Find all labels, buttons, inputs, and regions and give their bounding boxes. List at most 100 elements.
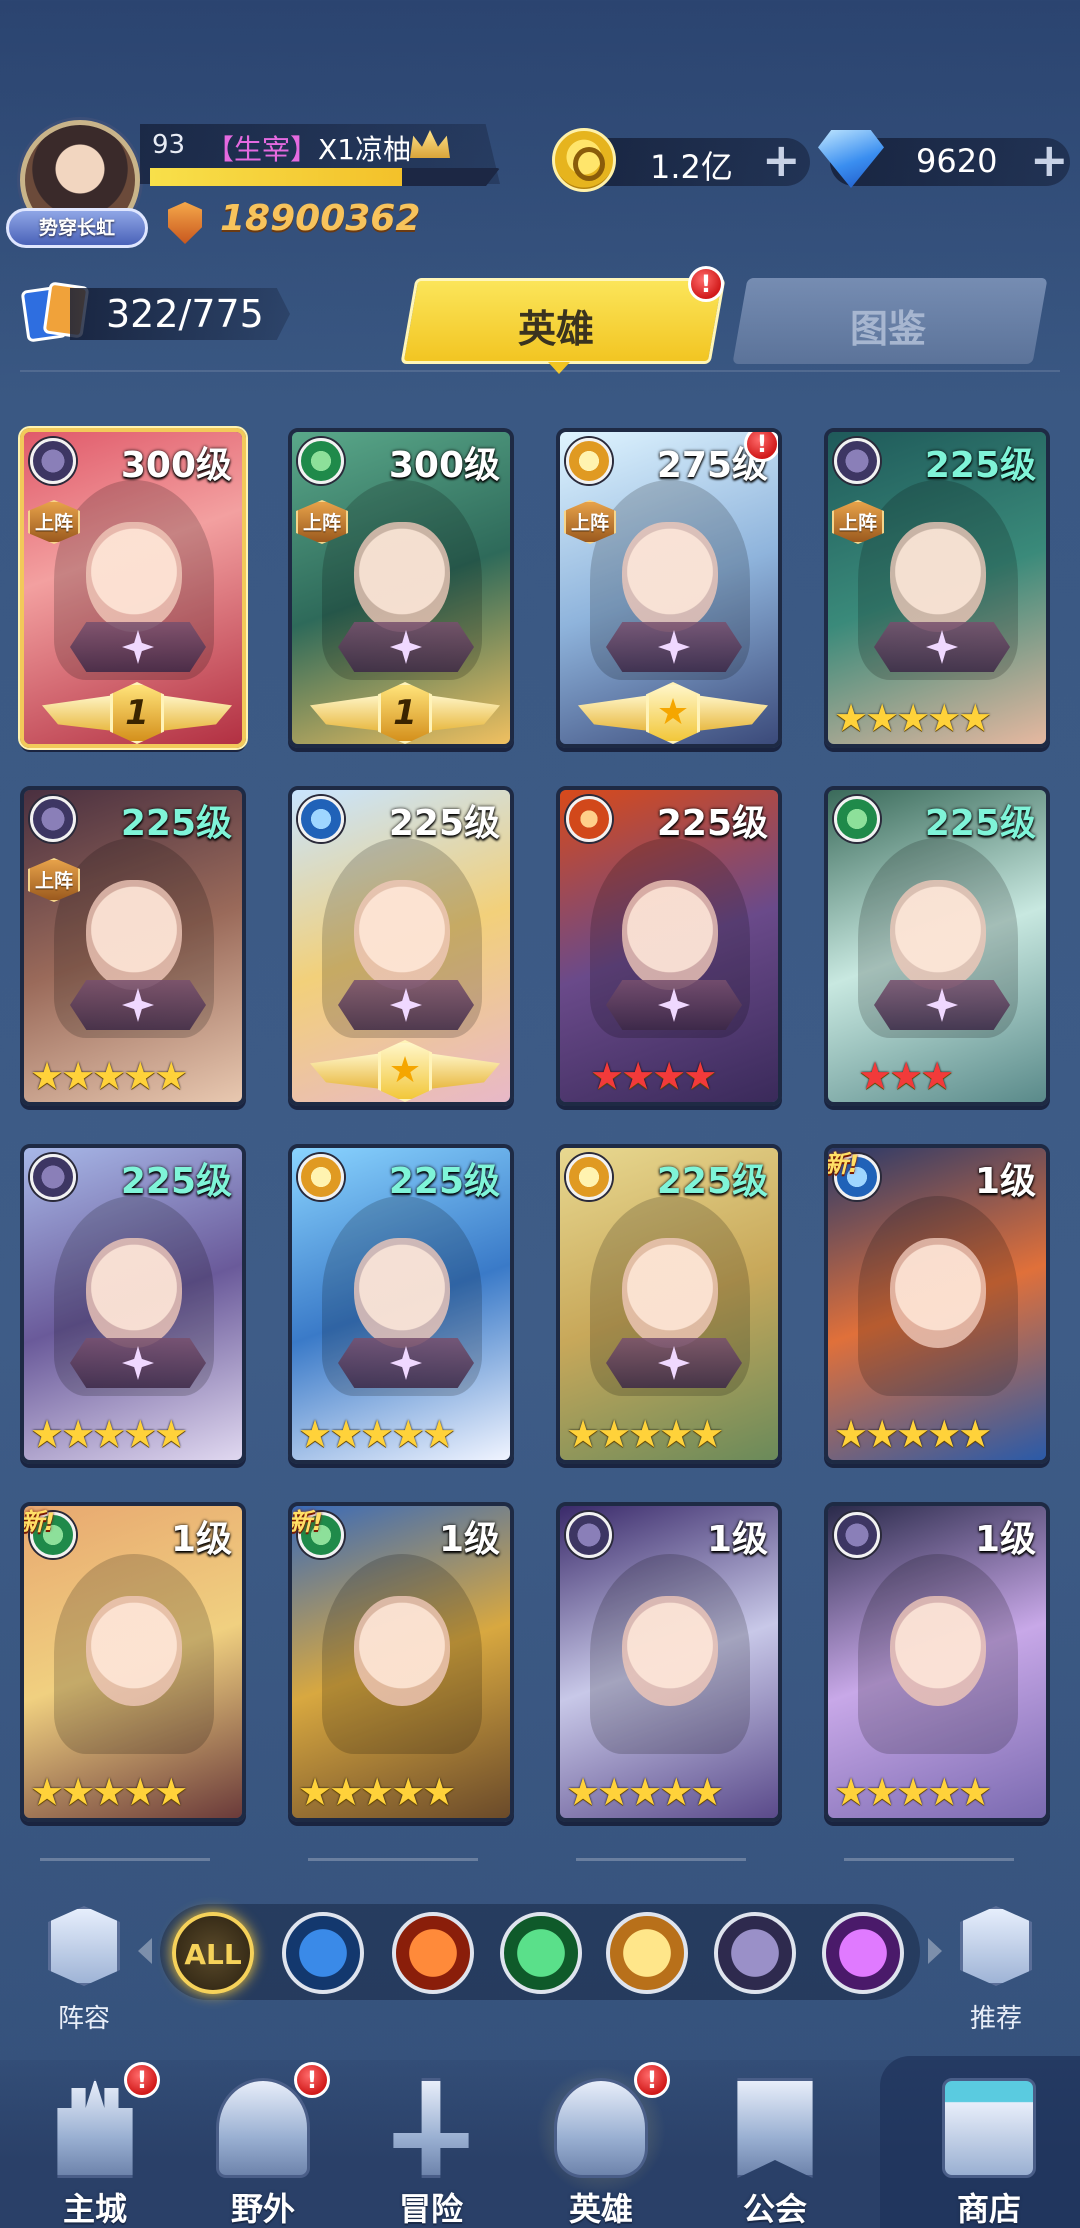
helmet-icon (554, 2078, 648, 2178)
hero-level: 1级 (706, 1519, 768, 1560)
portal-icon (216, 2078, 310, 2178)
nav-adventure[interactable]: 冒险 (356, 2060, 506, 2228)
top-bar: 势穿长虹 93 【生宰】X1凉柚 18900362 1.2亿 + 9620 + … (0, 0, 1080, 380)
nav-wild-label: 野外 (230, 2190, 295, 2228)
sword-icon (393, 2078, 469, 2178)
star-rating: ★★★★★ (566, 1770, 724, 1814)
filter-arcane-icon[interactable] (822, 1912, 904, 1994)
banner-icon (737, 2078, 813, 2178)
main-city-alert-icon: ! (124, 2062, 160, 2098)
star-rating: ★★★ (858, 1054, 954, 1098)
player-title-badge: 势穿长虹 (6, 208, 148, 248)
add-diamond-button[interactable]: + (1030, 136, 1069, 184)
fire-faction-icon (566, 796, 612, 842)
nav-adventure-label: 冒险 (398, 2190, 463, 2228)
thumbs-up-icon (960, 1906, 1032, 1986)
hero-card[interactable]: 1级 ★★★★★ (824, 1502, 1050, 1822)
hero-card[interactable]: 225级 ★★★★★ (288, 1144, 514, 1464)
filter-light-icon[interactable] (606, 1912, 688, 1994)
water-faction-icon (298, 796, 344, 842)
star-rating: ★★★★★ (30, 1412, 188, 1456)
filter-nature-icon[interactable] (500, 1912, 582, 1994)
hero-card[interactable]: 225级 上阵 ★★★★★ (824, 428, 1050, 748)
lineup-button[interactable]: 阵容 (34, 1902, 134, 2042)
player-level: 93 (152, 130, 186, 160)
guild-tag: 【生宰】 (206, 133, 319, 166)
hero-level: 300级 (388, 445, 500, 486)
tab-heroes-label[interactable]: 英雄 (518, 298, 594, 353)
hero-level: 225级 (120, 803, 232, 844)
star-rating: ★★★★★ (30, 1054, 188, 1098)
hero-level: 300级 (120, 445, 232, 486)
diamond-amount: 9620 (916, 142, 998, 180)
hero-card[interactable]: 1级 ★★★★★ (556, 1502, 782, 1822)
hero-card[interactable]: 225级 ★★★★★ (20, 1144, 246, 1464)
hero-level: 225级 (120, 1161, 232, 1202)
hero-level: 225级 (924, 803, 1036, 844)
hero-card[interactable]: 1级 新! ★★★★★ (288, 1502, 514, 1822)
light-faction-icon (298, 1154, 344, 1200)
new-hero-tag: 新! (20, 1508, 55, 1536)
hero-card[interactable]: 300级 上阵 1 (288, 428, 514, 748)
hero-level: 225级 (924, 445, 1036, 486)
nav-guild-label: 公会 (742, 2190, 807, 2228)
hero-grid: 300级 上阵 1 300级 上阵 1 275级 上阵 ★! 225级 上阵 ★★★★★ 225级 上阵 ★… (20, 428, 1060, 1828)
filter-all-button[interactable]: ALL (172, 1912, 254, 1994)
recommend-label: 推荐 (969, 2004, 1022, 2034)
rank-badge: ★ (310, 1040, 500, 1102)
filter-shadow-icon[interactable] (714, 1912, 796, 1994)
hero-card[interactable]: 300级 上阵 1 (20, 428, 246, 748)
recommend-button[interactable]: 推荐 (946, 1902, 1046, 2042)
hero-card[interactable]: 1级 新! ★★★★★ (20, 1502, 246, 1822)
nav-shop[interactable]: 商店 (914, 2060, 1064, 2228)
class-emblem-icon (606, 1338, 742, 1388)
heroes-tab-alert-icon: ! (688, 266, 724, 302)
gold-coin-icon (552, 128, 616, 192)
hero-level: 225级 (656, 1161, 768, 1202)
hero-collection-count: 322/775 (106, 292, 264, 336)
rank-value: 1 (378, 682, 432, 744)
hero-card[interactable]: 275级 上阵 ★! (556, 428, 782, 748)
hero-card[interactable]: 225级 ★ (288, 786, 514, 1106)
shadow-faction-icon (834, 1512, 880, 1558)
hero-card[interactable]: 225级 ★★★★ (556, 786, 782, 1106)
class-emblem-icon (338, 1338, 474, 1388)
filter-all-label: ALL (184, 1938, 242, 1971)
star-rating: ★★★★★ (298, 1412, 456, 1456)
hero-card[interactable]: 225级 上阵 ★★★★★ (20, 786, 246, 1106)
nav-heroes-label: 英雄 (568, 2190, 633, 2228)
exp-bar (150, 168, 500, 186)
hero-level: 1级 (974, 1519, 1036, 1560)
hero-level: 1级 (438, 1519, 500, 1560)
shadow-faction-icon (566, 1512, 612, 1558)
class-emblem-icon (874, 622, 1010, 672)
rank-value: 1 (110, 682, 164, 744)
tab-pointer (548, 362, 570, 374)
rank-badge: 1 (42, 682, 232, 744)
nav-shop-label: 商店 (956, 2190, 1021, 2228)
filter-water-icon[interactable] (282, 1912, 364, 1994)
hero-card[interactable]: 225级 ★★★★★ (556, 1144, 782, 1464)
filter-fire-icon[interactable] (392, 1912, 474, 1994)
light-faction-icon (566, 1154, 612, 1200)
star-rating: ★★★★★ (30, 1770, 188, 1814)
shadow-faction-icon (30, 796, 76, 842)
star-rating: ★★★★★ (566, 1412, 724, 1456)
add-gold-button[interactable]: + (762, 136, 801, 184)
class-emblem-icon (70, 980, 206, 1030)
class-emblem-icon (338, 622, 474, 672)
nav-guild[interactable]: 公会 (700, 2060, 850, 2228)
nav-main-city-label: 主城 (62, 2190, 127, 2228)
gold-amount: 1.2亿 (650, 148, 733, 186)
rank-badge: ★ (578, 682, 768, 744)
header-divider (20, 370, 1060, 372)
tab-codex-label[interactable]: 图鉴 (850, 298, 926, 353)
hero-card[interactable]: 1级 新! ★★★★★ (824, 1144, 1050, 1464)
exp-fill (150, 168, 402, 186)
rank-badge: 1 (310, 682, 500, 744)
hero-card[interactable]: 225级 ★★★ (824, 786, 1050, 1106)
heroes-nav-alert-icon: ! (634, 2062, 670, 2098)
scroll-right-icon (928, 1938, 942, 1964)
class-emblem-icon (70, 622, 206, 672)
player-name: X1凉柚 (318, 133, 412, 166)
